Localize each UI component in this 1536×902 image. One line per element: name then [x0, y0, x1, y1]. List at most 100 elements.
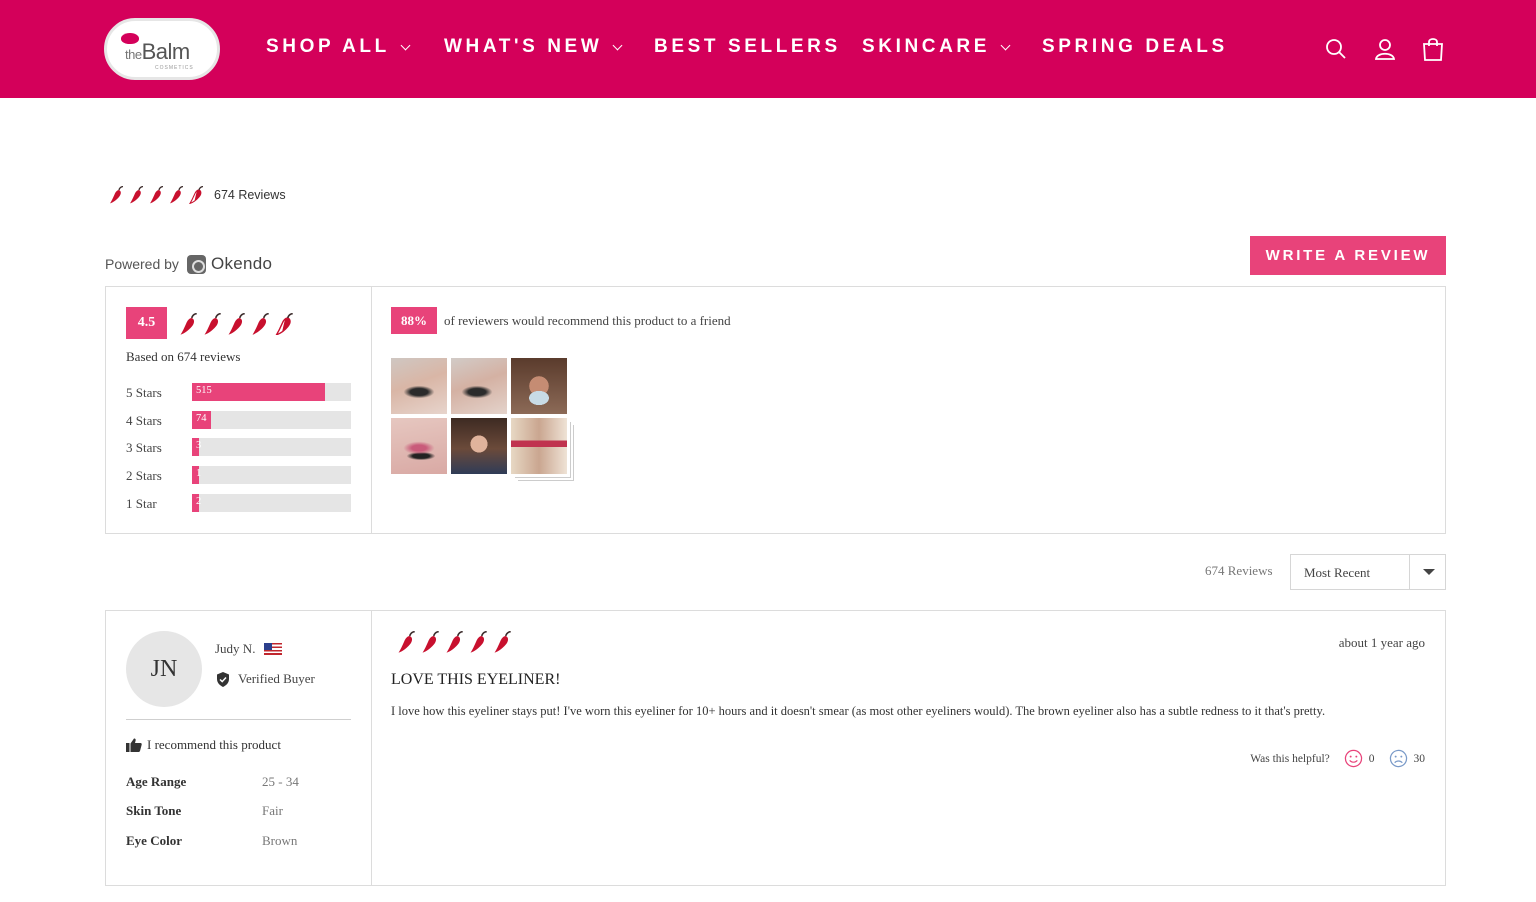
distribution-bar: 1	[192, 466, 351, 485]
attr-age-range-value: 25 - 34	[262, 774, 299, 789]
attr-skin-tone-key: Skin Tone	[126, 803, 182, 818]
recommend-product: I recommend this product	[126, 737, 281, 753]
attr-age-range-key: Age Range	[126, 774, 187, 789]
verified-buyer: Verified Buyer	[216, 671, 315, 687]
sort-review-count: 674 Reviews	[1205, 563, 1273, 578]
chili-pepper-icon	[252, 313, 269, 335]
avatar: JN	[126, 631, 202, 707]
logo-subtitle: COSMETICS	[155, 65, 194, 71]
distribution-count: 3	[196, 440, 202, 452]
smile-icon	[1344, 749, 1362, 768]
chili-pepper-icon	[275, 313, 293, 336]
chili-pepper-icon	[189, 186, 204, 204]
review-photo-thumbnail[interactable]	[391, 358, 447, 414]
chili-pepper-icon	[180, 313, 197, 335]
review-photo-thumbnail[interactable]	[451, 358, 507, 414]
okendo-name[interactable]: Okendo	[211, 254, 272, 274]
cart-icon[interactable]	[1421, 36, 1445, 62]
distribution-bar: 515	[192, 383, 351, 401]
attr-skin-tone-value: Fair	[262, 803, 283, 818]
distribution-bar: 2	[192, 493, 351, 512]
logo-word: Balm	[141, 39, 191, 64]
rating-distribution-row[interactable]: 5 Stars 515	[126, 383, 352, 401]
distribution-label: 3 Stars	[126, 440, 162, 456]
chili-pepper-icon	[422, 631, 439, 653]
nav-spring-deals[interactable]: SPRING DEALS	[1042, 36, 1228, 58]
chili-pepper-icon	[398, 631, 415, 653]
chili-pepper-icon	[170, 186, 184, 204]
distribution-count: 515	[196, 385, 212, 396]
attr-eye-color-key: Eye Color	[126, 833, 182, 848]
rating-distribution-row[interactable]: 1 Star 2	[126, 493, 352, 512]
okendo-logo-icon	[186, 254, 206, 274]
rating-distribution-row[interactable]: 4 Stars 74	[126, 410, 352, 429]
distribution-label: 5 Stars	[126, 385, 162, 400]
site-header: theBalm COSMETICS SHOP ALL WHAT'S NEW BE…	[0, 0, 1536, 98]
review-body: I love how this eyeliner stays put! I've…	[391, 704, 1326, 718]
review-rating-stars	[396, 631, 516, 653]
nav-whats-new[interactable]: WHAT'S NEW	[444, 36, 623, 58]
helpful-label: Was this helpful?	[1250, 752, 1330, 765]
frown-icon	[1389, 749, 1407, 768]
sort-select[interactable]: Most Recent	[1290, 554, 1446, 590]
rating-distribution-row[interactable]: 2 Stars 1	[126, 466, 352, 485]
nav-best-sellers[interactable]: BEST SELLERS	[654, 36, 841, 58]
chili-pepper-icon	[494, 631, 511, 653]
helpful-votes: Was this helpful? 0 30	[1250, 749, 1425, 768]
helpful-yes-count: 0	[1368, 752, 1375, 765]
helpful-yes-button[interactable]: 0	[1344, 749, 1375, 768]
recommend-text: of reviewers would recommend this produc…	[444, 313, 731, 328]
review-photo-thumbnail[interactable]	[511, 418, 567, 474]
chevron-down-icon	[612, 40, 623, 50]
powered-by-label: Powered by	[105, 256, 179, 272]
review-card: JN Judy N. Verified Buyer I recommend th…	[105, 610, 1446, 886]
chevron-down-icon	[400, 40, 411, 50]
review-summary-box: 4.5 Based on 674 reviews 5 Stars 515 4 Sta…	[105, 286, 1446, 534]
thebalm-logo[interactable]: theBalm COSMETICS	[104, 18, 220, 80]
review-photo-thumbnail[interactable]	[391, 418, 447, 474]
us-flag-icon	[264, 643, 283, 655]
chili-pepper-icon	[110, 186, 124, 204]
nav-skincare[interactable]: SKINCARE	[862, 36, 1011, 58]
chili-pepper-icon	[446, 631, 463, 653]
search-icon[interactable]	[1324, 36, 1348, 62]
rating-stars	[108, 186, 208, 204]
caret-down-icon	[1423, 569, 1435, 575]
distribution-count: 2	[196, 495, 202, 507]
distribution-count: 74	[196, 412, 207, 424]
verified-shield-icon	[217, 671, 229, 687]
helpful-no-button[interactable]: 30	[1389, 749, 1425, 768]
recommend-percent-badge: 88%	[391, 307, 437, 334]
distribution-label: 1 Star	[126, 495, 157, 511]
average-rating-stars	[178, 313, 298, 336]
attr-eye-color-value: Brown	[262, 833, 298, 848]
chili-pepper-icon	[150, 186, 164, 204]
chevron-down-icon	[1000, 40, 1011, 50]
powered-by: Powered by Okendo	[105, 254, 272, 274]
distribution-label: 4 Stars	[126, 412, 162, 428]
chili-pepper-icon	[228, 313, 245, 335]
chili-pepper-icon	[204, 313, 221, 335]
distribution-count: 1	[196, 468, 202, 480]
chili-pepper-icon	[130, 186, 144, 204]
distribution-bar: 3	[192, 438, 351, 457]
chili-pepper-icon	[470, 631, 487, 653]
write-review-button[interactable]: WRITE A REVIEW	[1250, 236, 1446, 275]
sort-selected-value: Most Recent	[1304, 565, 1371, 580]
thumbs-up-icon	[126, 738, 142, 752]
review-date: about 1 year ago	[1338, 635, 1425, 650]
top-review-count: 674 Reviews	[214, 187, 286, 202]
top-rating[interactable]: 674 Reviews	[108, 186, 286, 204]
summary-divider	[371, 287, 372, 533]
based-on-count: Based on 674 reviews	[126, 349, 241, 364]
logo-prefix: the	[125, 47, 142, 62]
distribution-label: 2 Stars	[126, 468, 162, 484]
reviewer-name: Judy N.	[215, 641, 283, 657]
review-title: LOVE THIS EYELINER!	[391, 671, 561, 688]
review-photo-thumbnail[interactable]	[451, 418, 507, 474]
account-icon[interactable]	[1373, 36, 1397, 62]
nav-shop-all[interactable]: SHOP ALL	[266, 36, 411, 58]
rating-distribution-row[interactable]: 3 Stars 3	[126, 438, 352, 457]
review-photo-thumbnail[interactable]	[511, 358, 567, 414]
distribution-fill	[192, 383, 325, 401]
